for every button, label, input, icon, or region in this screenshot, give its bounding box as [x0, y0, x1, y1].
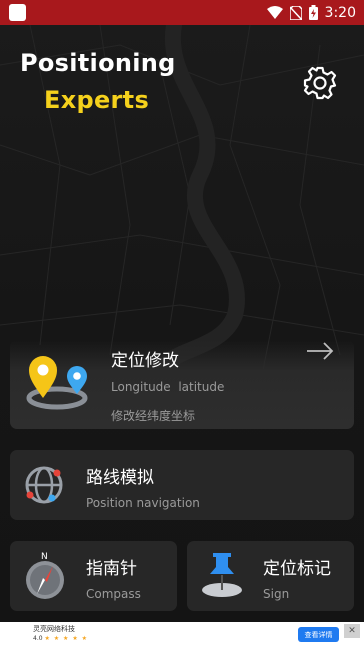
compass-card[interactable]: N 指南针 Compass [10, 541, 177, 611]
app-title-line2: Experts [44, 86, 150, 114]
no-sim-icon [289, 5, 302, 20]
status-bar: 3:20 [0, 0, 364, 25]
settings-button[interactable] [301, 64, 339, 102]
battery-charging-icon [308, 5, 318, 20]
route-simulation-title: 路线模拟 [86, 468, 154, 488]
wifi-icon [266, 6, 283, 19]
modify-location-subtitle-cn: 修改经纬度坐标 [111, 409, 196, 423]
svg-text:N: N [41, 552, 48, 562]
pushpin-icon [202, 553, 242, 597]
location-sign-subtitle: Sign [263, 587, 290, 601]
modify-location-card[interactable]: 定位修改 Longitude latitude 修改经纬度坐标 [10, 340, 354, 429]
ad-title: 灵亮网络科技 [33, 625, 75, 633]
route-simulation-subtitle: Position navigation [86, 496, 200, 510]
ad-rating-value: 4.0 [33, 635, 43, 642]
route-simulation-card[interactable]: 路线模拟 Position navigation [10, 450, 354, 520]
modify-location-title: 定位修改 [111, 351, 179, 371]
ad-rating: 4.0 ★ ★ ★ ★ ★ [33, 635, 88, 642]
status-time: 3:20 [324, 4, 356, 21]
map-pins-icon [26, 356, 88, 410]
app-title-line1: Positioning [20, 49, 176, 77]
ad-banner[interactable]: 灵亮网络科技 4.0 ★ ★ ★ ★ ★ 查看详情 ✕ [0, 622, 364, 647]
arrow-right-icon[interactable] [306, 341, 334, 361]
location-sign-card[interactable]: 定位标记 Sign [187, 541, 354, 611]
app-notification-icon [9, 4, 26, 21]
compass-icon: N [26, 552, 64, 599]
globe-icon [25, 466, 63, 504]
compass-title: 指南针 [86, 559, 137, 579]
modify-location-subtitle-en: Longitude latitude [111, 380, 225, 394]
compass-subtitle: Compass [86, 587, 141, 601]
status-icons: 3:20 [266, 0, 356, 25]
ad-close-button[interactable]: ✕ [344, 624, 360, 638]
ad-stars: ★ ★ ★ ★ ★ [44, 635, 88, 642]
map-lines-decoration [0, 25, 364, 388]
map-background [0, 25, 364, 622]
ad-details-button[interactable]: 查看详情 [298, 627, 339, 642]
gear-icon [303, 66, 337, 100]
location-sign-title: 定位标记 [263, 559, 331, 579]
